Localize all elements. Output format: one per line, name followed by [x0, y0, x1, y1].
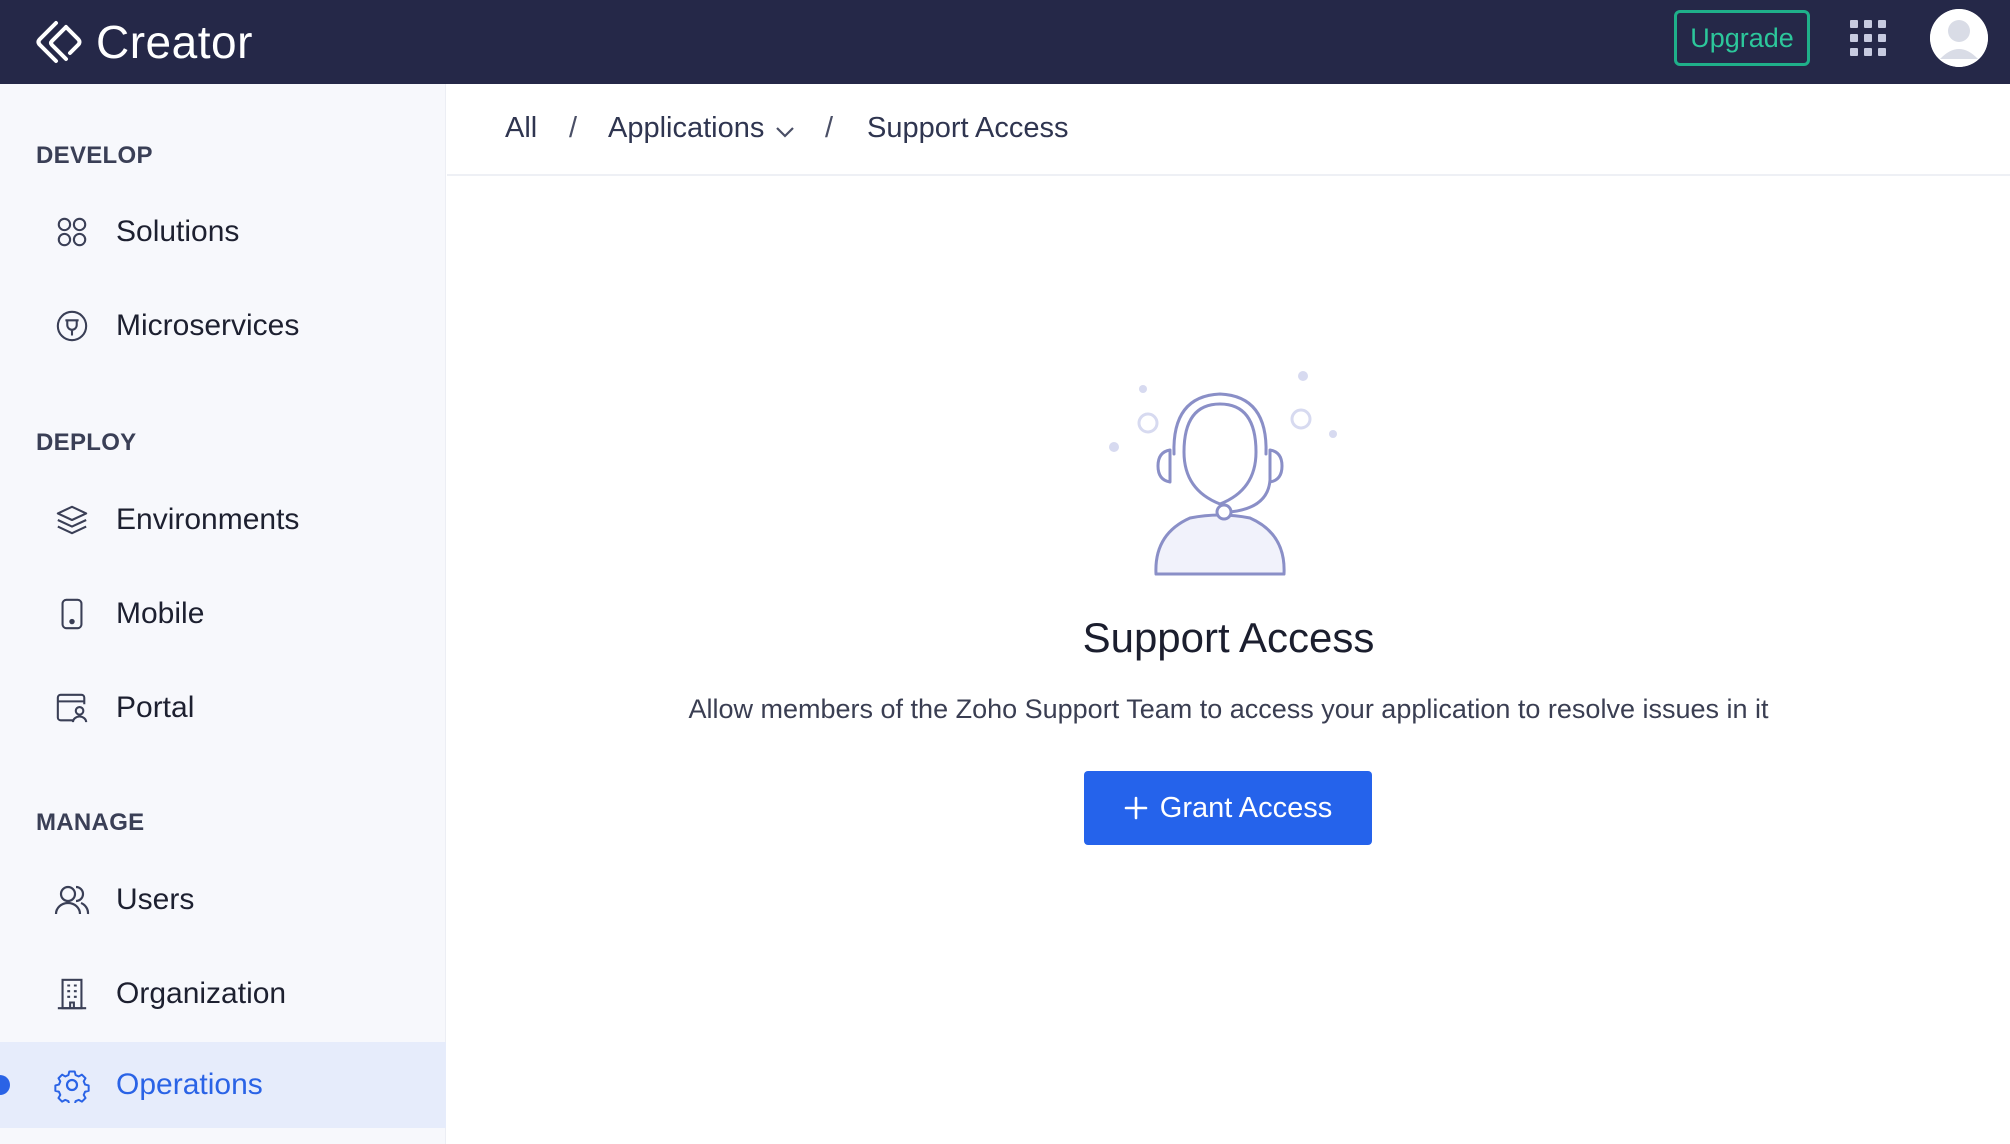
- sidebar-item-label: Users: [116, 883, 195, 916]
- microservices-icon: [54, 308, 90, 344]
- section-title-deploy: DEPLOY: [36, 429, 137, 456]
- section-title-develop: DEVELOP: [36, 142, 153, 169]
- sidebar-item-environments[interactable]: Environments: [0, 477, 446, 563]
- sidebar-item-solutions[interactable]: Solutions: [0, 189, 446, 275]
- mobile-icon: [54, 596, 90, 632]
- empty-state-title: Support Access: [1082, 614, 1375, 661]
- upgrade-button[interactable]: Upgrade: [1674, 10, 1810, 66]
- sidebar-item-users[interactable]: Users: [0, 857, 446, 943]
- sidebar-item-operations[interactable]: Operations: [0, 1042, 446, 1128]
- portal-icon: [54, 690, 90, 726]
- sidebar-item-label: Portal: [116, 691, 195, 724]
- support-agent-icon: [1109, 371, 1337, 576]
- app-name: Creator: [96, 16, 253, 68]
- breadcrumb: All / Applications / Support Access: [447, 84, 2010, 176]
- sidebar-item-microservices[interactable]: Microservices: [0, 283, 446, 369]
- sidebar-item-label: Operations: [116, 1068, 263, 1101]
- sidebar-item-label: Organization: [116, 977, 287, 1010]
- breadcrumb-separator: /: [825, 112, 834, 144]
- empty-state-description: Allow members of the Zoho Support Team t…: [688, 694, 1769, 724]
- sidebar-item-mobile[interactable]: Mobile: [0, 571, 446, 657]
- user-avatar-icon: [1930, 9, 1988, 67]
- breadcrumb-current: Support Access: [867, 112, 1069, 144]
- breadcrumb-separator: /: [569, 112, 578, 144]
- creator-logo-icon: [36, 21, 82, 63]
- sidebar-item-label: Microservices: [116, 309, 300, 342]
- section-title-manage: MANAGE: [36, 809, 145, 836]
- sidebar: DEVELOP Solutions Microservices DEPLOY E…: [0, 84, 446, 1144]
- sidebar-item-label: Solutions: [116, 215, 240, 248]
- sidebar-item-portal[interactable]: Portal: [0, 665, 446, 751]
- plus-icon: [1124, 796, 1148, 820]
- breadcrumb-applications[interactable]: Applications: [608, 112, 764, 145]
- building-icon: [54, 976, 90, 1012]
- layers-icon: [54, 502, 90, 538]
- chevron-down-icon[interactable]: [775, 126, 795, 138]
- solutions-icon: [54, 214, 90, 250]
- grant-access-button[interactable]: Grant Access: [1084, 771, 1372, 845]
- gear-icon: [54, 1067, 90, 1103]
- top-bar: Creator Upgrade: [0, 0, 2010, 84]
- breadcrumb-all[interactable]: All: [505, 112, 537, 145]
- avatar[interactable]: [1930, 9, 1988, 67]
- app-launcher-grid-icon[interactable]: [1850, 20, 1886, 56]
- sidebar-item-label: Mobile: [116, 597, 205, 630]
- sidebar-item-organization[interactable]: Organization: [0, 951, 446, 1037]
- active-indicator: [0, 1075, 10, 1095]
- users-icon: [54, 882, 90, 918]
- brand[interactable]: Creator: [34, 14, 253, 70]
- sidebar-item-label: Environments: [116, 503, 300, 536]
- grant-access-label: Grant Access: [1159, 791, 1333, 824]
